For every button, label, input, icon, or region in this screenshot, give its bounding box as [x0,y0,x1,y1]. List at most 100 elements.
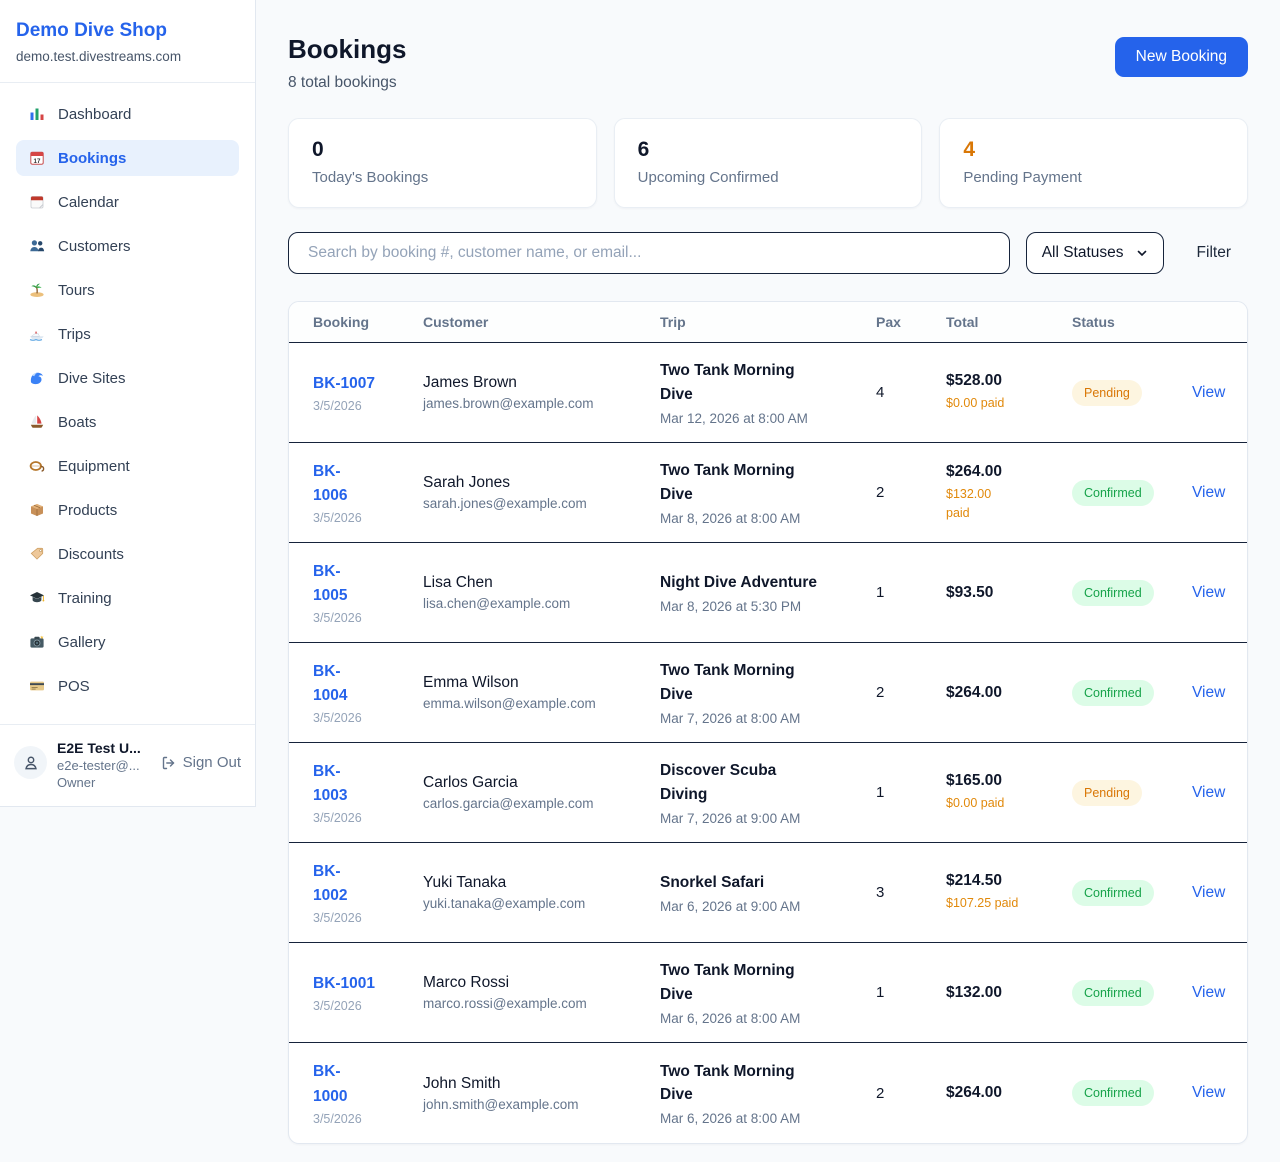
sidebar-item-tours[interactable]: Tours [16,272,239,308]
table-row: BK- 1004 3/5/2026 Emma Wilson emma.wilson@e… [289,643,1247,743]
booking-id-link[interactable]: BK- 1003 [313,760,409,808]
table-row: BK- 10003/5/2026John Smithjohn.smith@exa… [289,1043,1247,1143]
table-row: BK- 10023/5/2026Yuki Tanakayuki.tanaka@e… [289,843,1247,943]
stat-label: Pending Payment [963,169,1224,186]
booking-id-link[interactable]: BK- 1000 [313,1060,409,1108]
avatar [14,746,47,779]
sidebar-item-bookings[interactable]: 17Bookings [16,140,239,176]
tear-off-calendar-icon [28,194,45,211]
sidebar-item-gallery[interactable]: Gallery [16,624,239,660]
graduation-cap-icon [28,590,45,607]
stats-row: 0 Today's Bookings 6 Upcoming Confirmed … [288,118,1248,208]
view-link[interactable]: View [1192,484,1225,501]
trip-name: Two Tank Morning Dive [660,1060,862,1107]
speedboat-icon [28,326,45,343]
customer-name: Lisa Chen [423,574,646,592]
sidebar-item-calendar[interactable]: Calendar [16,184,239,220]
booking-id-link[interactable]: BK- 1005 [313,560,409,608]
column-header-pax: Pax [876,314,946,330]
sidebar-item-equipment[interactable]: Equipment [16,448,239,484]
page-title: Bookings [288,34,406,65]
sidebar-item-trips[interactable]: Trips [16,316,239,352]
sidebar-item-training[interactable]: Training [16,580,239,616]
sidebar-item-label: Training [58,590,112,607]
trip-name: Two Tank Morning Dive [660,959,862,1006]
booking-id-link[interactable]: BK- 1004 [313,660,409,708]
booking-date: 3/5/2026 [313,399,409,413]
status-filter-select[interactable]: All Statuses [1026,232,1164,274]
customer-name: Sarah Jones [423,474,646,492]
bar-chart-icon [28,106,45,123]
customer-name: Marco Rossi [423,974,646,992]
sign-out-button[interactable]: Sign Out [160,754,241,771]
sidebar-item-label: POS [58,678,90,695]
status-badge: Confirmed [1072,980,1154,1006]
trip-name: Snorkel Safari [660,871,862,894]
booking-id-link[interactable]: BK- 1002 [313,860,409,908]
main-content: Bookings 8 total bookings New Booking 0 … [256,0,1280,1144]
trip-name: Discover Scuba Diving [660,759,862,806]
booking-date: 3/5/2026 [313,711,409,725]
customer-email: john.smith@example.com [423,1097,646,1112]
sidebar-item-customers[interactable]: Customers [16,228,239,264]
column-header-total: Total [946,314,1072,330]
paid-amount: $0.00 paid [946,394,1058,412]
total-amount: $264.00 [946,1084,1058,1102]
sidebar-item-label: Trips [58,326,91,343]
sidebar-item-label: Discounts [58,546,124,563]
view-link[interactable]: View [1192,684,1225,701]
pax-count: 1 [876,984,946,1001]
booking-date: 3/5/2026 [313,611,409,625]
customer-name: John Smith [423,1075,646,1093]
booking-id-link[interactable]: BK-1001 [313,972,409,996]
customer-name: Yuki Tanaka [423,874,646,892]
customer-email: marco.rossi@example.com [423,996,646,1011]
view-link[interactable]: View [1192,784,1225,801]
view-link[interactable]: View [1192,984,1225,1001]
booking-id-link[interactable]: BK- 1006 [313,460,409,508]
view-link[interactable]: View [1192,584,1225,601]
sidebar-item-discounts[interactable]: Discounts [16,536,239,572]
view-link[interactable]: View [1192,884,1225,901]
booking-date: 3/5/2026 [313,511,409,525]
sign-out-label: Sign Out [183,754,241,771]
booking-id-link[interactable]: BK-1007 [313,372,409,396]
paid-amount: $107.25 paid [946,894,1058,912]
column-header-booking: Booking [313,314,423,330]
status-badge: Confirmed [1072,580,1154,606]
customer-email: carlos.garcia@example.com [423,796,646,811]
new-booking-button[interactable]: New Booking [1115,37,1248,77]
table-header-row: Booking Customer Trip Pax Total Status [289,302,1247,343]
calendar-date-icon: 17 [28,150,45,167]
total-amount: $528.00 [946,372,1058,390]
sidebar-item-label: Gallery [58,634,106,651]
sidebar-item-products[interactable]: Products [16,492,239,528]
sidebar-item-dashboard[interactable]: Dashboard [16,96,239,132]
filter-button[interactable]: Filter [1180,244,1248,262]
trip-datetime: Mar 6, 2026 at 8:00 AM [660,1011,862,1026]
svg-text:17: 17 [33,158,40,165]
page-subtitle: 8 total bookings [288,74,406,92]
sidebar-nav: Dashboard 17Bookings Calendar Customers Tour… [0,83,255,724]
sidebar-item-label: Calendar [58,194,119,211]
view-link[interactable]: View [1192,1084,1225,1101]
trip-name: Two Tank Morning Dive [660,659,862,706]
sidebar-item-label: Dashboard [58,106,131,123]
user-role: Owner [57,775,150,790]
trip-datetime: Mar 6, 2026 at 8:00 AM [660,1111,862,1126]
paid-amount: $0.00 paid [946,794,1058,812]
customer-email: emma.wilson@example.com [423,696,646,711]
trip-name: Night Dive Adventure [660,571,862,594]
shop-name: Demo Dive Shop [16,20,239,42]
stat-card-todays-bookings: 0 Today's Bookings [288,118,597,208]
customer-name: Emma Wilson [423,674,646,692]
table-row: BK- 10053/5/2026Lisa Chenlisa.chen@examp… [289,543,1247,643]
sidebar-item-dive-sites[interactable]: Dive Sites [16,360,239,396]
search-input[interactable] [288,232,1010,274]
sidebar-item-boats[interactable]: Boats [16,404,239,440]
sidebar-item-pos[interactable]: POS [16,668,239,704]
column-header-trip: Trip [660,314,876,330]
trip-name: Two Tank Morning Dive [660,459,862,506]
view-link[interactable]: View [1192,384,1225,401]
booking-date: 3/5/2026 [313,999,409,1013]
